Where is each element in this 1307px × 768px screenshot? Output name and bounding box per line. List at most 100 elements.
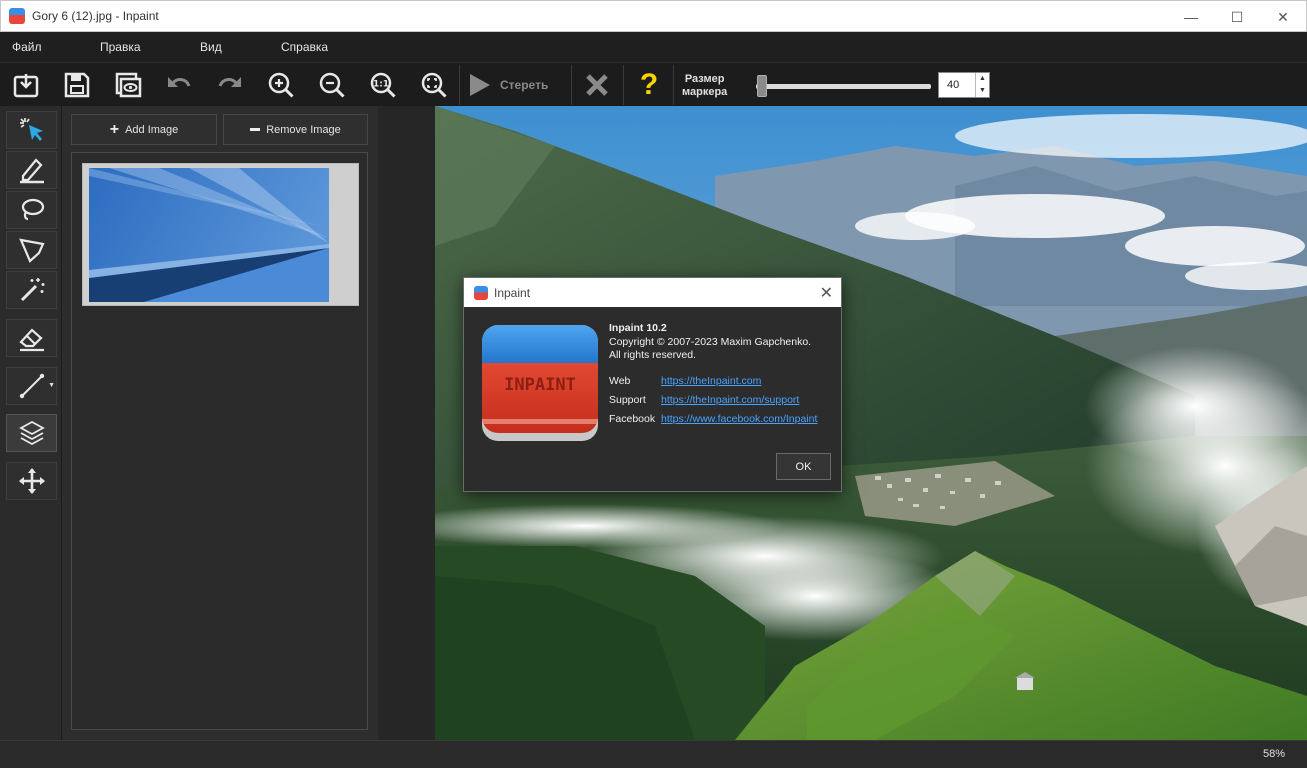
tool-line[interactable]: ▼	[6, 367, 57, 405]
eraser-icon	[18, 328, 44, 352]
layers-icon	[18, 420, 45, 446]
open-button[interactable]	[9, 68, 43, 102]
image-list-panel: + Add Image Remove Image	[62, 106, 378, 740]
preview-icon	[115, 72, 142, 98]
actual-size-button[interactable]: 1:1	[366, 68, 400, 102]
zoom-level: 58%	[1262, 748, 1285, 760]
remove-image-button[interactable]: Remove Image	[223, 114, 368, 145]
tool-layers[interactable]	[6, 414, 57, 452]
redo-icon	[218, 77, 241, 87]
menu-file[interactable]: Файл	[12, 40, 42, 54]
canvas-gutter	[378, 106, 435, 740]
toolbar-separator	[571, 65, 572, 105]
support-row: Support https://theInpaint.com/support	[609, 390, 817, 409]
cancel-icon	[586, 74, 608, 96]
dialog-title-bar: Inpaint ✕	[464, 278, 841, 307]
remove-image-label: Remove Image	[266, 123, 341, 136]
status-bar: 58%	[0, 740, 1307, 768]
tool-magic-wand[interactable]	[6, 271, 57, 309]
image-list[interactable]	[71, 152, 368, 730]
close-button[interactable]: ✕	[1260, 1, 1306, 33]
zoom-in-icon	[268, 72, 294, 98]
support-link[interactable]: https://theInpaint.com/support	[661, 394, 799, 406]
dialog-app-icon	[474, 285, 488, 300]
web-row: Web https://theInpaint.com	[609, 371, 817, 390]
marker-label-line2: маркера	[682, 86, 728, 98]
links-list: Web https://theInpaint.com Support https…	[609, 371, 817, 428]
tool-strip: ▼	[0, 106, 62, 740]
dialog-title: Inpaint	[494, 285, 531, 300]
facebook-link[interactable]: https://www.facebook.com/Inpaint	[661, 413, 817, 425]
redo-button[interactable]	[213, 68, 247, 102]
menu-edit[interactable]: Правка	[100, 40, 141, 54]
logo-text: INPAINT	[504, 375, 576, 395]
toolbar-separator	[459, 65, 460, 105]
marker-size-slider-track[interactable]	[756, 84, 931, 89]
ok-button[interactable]: OK	[776, 453, 831, 480]
tool-lasso[interactable]	[6, 191, 57, 229]
save-button[interactable]	[60, 68, 94, 102]
erase-button[interactable]: Стереть	[466, 69, 548, 101]
save-icon	[64, 72, 90, 98]
lasso-icon	[21, 198, 44, 221]
web-label: Web	[609, 374, 631, 387]
toolbar-separator	[623, 65, 624, 105]
magic-wand-icon	[20, 278, 44, 302]
zoom-out-button[interactable]	[315, 68, 349, 102]
erase-label: Стереть	[500, 78, 549, 92]
maximize-button[interactable]: ☐	[1214, 1, 1260, 33]
marker-label-line1: Размер	[684, 73, 725, 85]
preview-button[interactable]	[111, 68, 145, 102]
menu-view[interactable]: Вид	[200, 40, 222, 54]
spin-down-icon[interactable]: ▼	[976, 85, 989, 97]
tool-move[interactable]	[6, 462, 57, 500]
dialog-close-icon[interactable]: ✕	[820, 283, 833, 303]
tool-marker[interactable]	[6, 151, 57, 189]
image-thumbnail	[89, 168, 329, 302]
spin-up-icon[interactable]: ▲	[976, 73, 989, 85]
facebook-row: Facebook https://www.facebook.com/Inpain…	[609, 409, 817, 428]
polygon-lasso-icon	[18, 238, 45, 263]
actual-size-icon: 1:1	[370, 72, 396, 98]
zoom-in-button[interactable]	[264, 68, 298, 102]
web-link[interactable]: https://theInpaint.com	[661, 375, 761, 387]
app-window: Gory 6 (12).jpg - Inpaint — ☐ ✕ Файл Пра…	[0, 0, 1307, 768]
minimize-button[interactable]: —	[1168, 1, 1214, 33]
app-icon	[9, 8, 25, 24]
rights-text: All rights reserved.	[609, 349, 696, 361]
window-title: Gory 6 (12).jpg - Inpaint	[32, 9, 159, 23]
toolbar: 1:1 Стереть ? Размер маркера 40 ▲ ▼	[0, 62, 1307, 106]
about-info: Inpaint 10.2 Copyright © 2007-2023 Maxim…	[609, 322, 811, 363]
fit-window-button[interactable]	[417, 68, 451, 102]
dropdown-arrow-icon[interactable]: ▼	[48, 382, 55, 389]
undo-button[interactable]	[162, 68, 196, 102]
marker-size-spinbox[interactable]: 40 ▲ ▼	[938, 72, 990, 98]
line-icon	[19, 373, 44, 399]
marker-size-slider-thumb[interactable]	[757, 75, 768, 97]
title-bar: Gory 6 (12).jpg - Inpaint — ☐ ✕	[0, 0, 1307, 32]
cancel-button[interactable]	[580, 68, 614, 102]
menu-bar: Файл Правка Вид Справка	[0, 32, 1307, 62]
image-list-item[interactable]	[82, 163, 359, 306]
zoom-out-icon	[319, 72, 345, 98]
marker-size-label: Размер маркера	[682, 73, 727, 99]
support-label: Support	[609, 393, 646, 406]
marker-icon	[19, 158, 44, 184]
marker-size-value[interactable]: 40	[939, 73, 975, 97]
about-dialog: Inpaint ✕ INPAINT Inpaint 10.2 Copyright…	[463, 277, 842, 492]
facebook-label: Facebook	[609, 412, 656, 425]
inpaint-logo: INPAINT	[480, 323, 600, 443]
menu-help[interactable]: Справка	[281, 40, 328, 54]
help-button[interactable]: ?	[632, 68, 666, 102]
tool-polygon-lasso[interactable]	[6, 231, 57, 269]
open-icon	[13, 74, 39, 98]
window-controls: — ☐ ✕	[1168, 1, 1306, 33]
plus-icon: +	[109, 120, 120, 138]
add-image-label: Add Image	[125, 123, 179, 136]
move-icon	[18, 468, 45, 494]
minus-icon	[250, 128, 261, 131]
tool-select[interactable]	[6, 111, 57, 149]
tool-eraser[interactable]	[6, 319, 57, 357]
add-image-button[interactable]: + Add Image	[71, 114, 217, 145]
svg-text:1:1: 1:1	[373, 80, 389, 90]
